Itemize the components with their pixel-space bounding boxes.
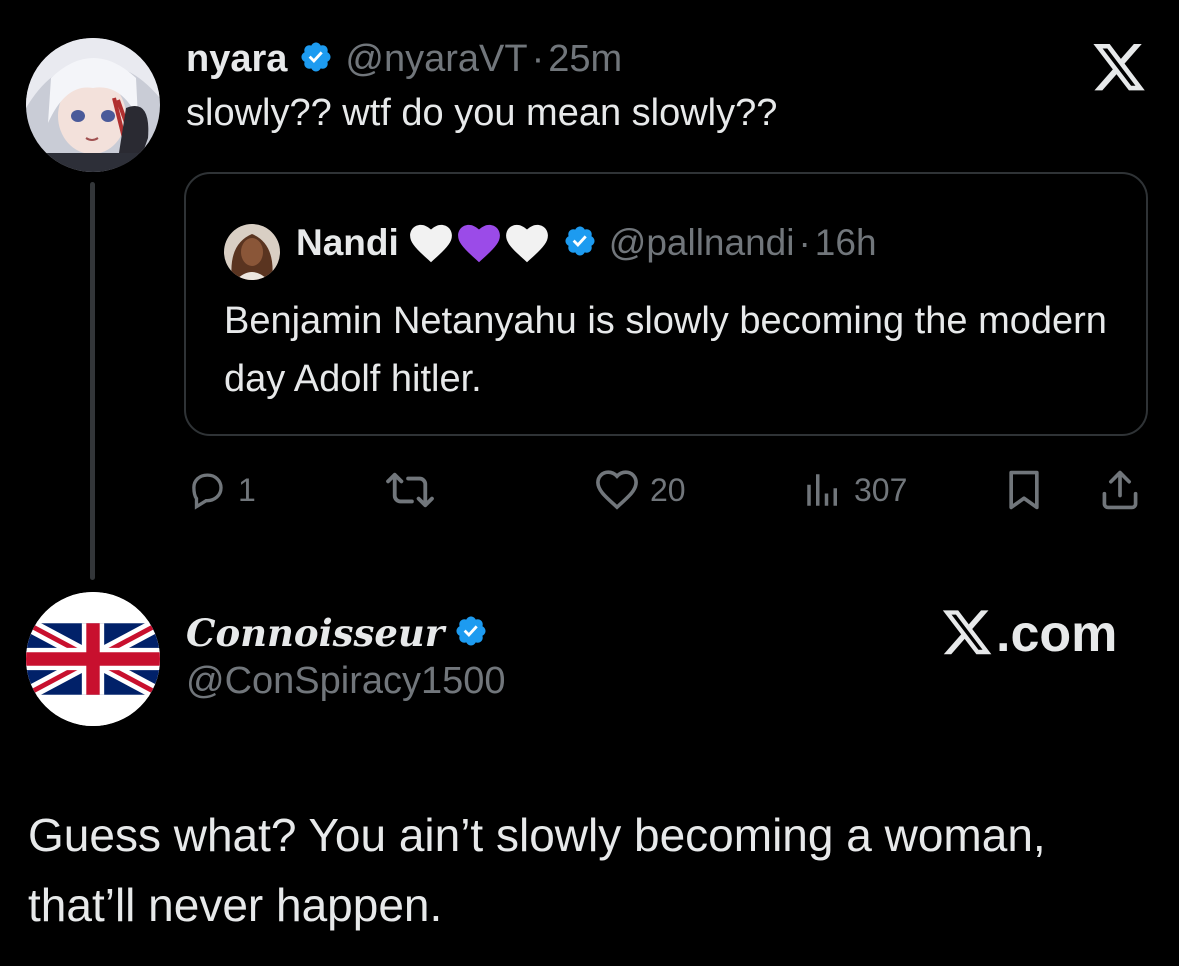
views-icon — [807, 474, 837, 506]
retweet-button[interactable] — [384, 466, 436, 514]
tweet-text: slowly?? wtf do you mean slowly?? — [186, 92, 778, 134]
white-heart-icon — [409, 224, 452, 263]
like-count: 20 — [650, 471, 686, 508]
view-count: 307 — [854, 471, 908, 508]
verified-badge-icon — [299, 40, 333, 79]
white-heart-icon — [505, 224, 548, 263]
quoted-tweet-text: Benjamin Netanyahu is slowly becoming th… — [224, 300, 1107, 400]
like-icon — [596, 470, 638, 510]
separator: · — [531, 37, 545, 80]
quoted-timestamp[interactable]: 16h — [815, 222, 877, 264]
retweet-icon — [386, 472, 434, 508]
thread-line — [90, 182, 95, 580]
avatar-nyara[interactable] — [26, 38, 160, 172]
reply-icon — [192, 473, 223, 510]
avatar-connoisseur[interactable] — [26, 592, 160, 726]
bookmark-button[interactable] — [1002, 466, 1046, 514]
x-com-watermark: .com — [940, 605, 1118, 663]
reply-text: Guess what? You ain’t slowly becoming a … — [28, 809, 1046, 931]
reply-author-handle[interactable]: @ConSpiracy1500 — [186, 660, 506, 703]
reply-header: Connoisseur — [186, 608, 488, 658]
like-button[interactable]: 20 — [594, 466, 686, 514]
author-handle[interactable]: @nyaraVT — [345, 38, 527, 81]
reply-button[interactable]: 1 — [186, 466, 256, 514]
purple-heart-icon — [457, 224, 500, 263]
verified-badge-icon — [454, 614, 488, 653]
author-name[interactable]: nyara — [186, 38, 287, 81]
quoted-tweet-header: Nandi @pallnandi · 16h — [296, 220, 877, 266]
bookmark-icon — [1009, 470, 1039, 510]
reply-count: 1 — [238, 471, 256, 508]
tweet-header: nyara @nyaraVT · 25m — [186, 36, 622, 82]
reply-author-name[interactable]: Connoisseur — [186, 611, 444, 655]
quoted-author-handle[interactable]: @pallnandi — [609, 222, 795, 264]
verified-badge-icon — [563, 224, 597, 263]
name-emojis — [409, 223, 549, 263]
separator: · — [798, 222, 811, 263]
share-button[interactable] — [1098, 466, 1142, 514]
views-button[interactable]: 307 — [802, 466, 907, 514]
share-icon — [1102, 470, 1138, 510]
avatar-nandi[interactable] — [224, 224, 280, 280]
x-logo-icon — [1090, 44, 1148, 94]
quoted-tweet[interactable]: Nandi @pallnandi · 16h Benjamin Netanyah… — [184, 172, 1148, 436]
timestamp[interactable]: 25m — [548, 38, 622, 81]
watermark-text: .com — [996, 605, 1118, 663]
quoted-author-name[interactable]: Nandi — [296, 222, 399, 264]
x-logo-icon — [942, 610, 992, 655]
